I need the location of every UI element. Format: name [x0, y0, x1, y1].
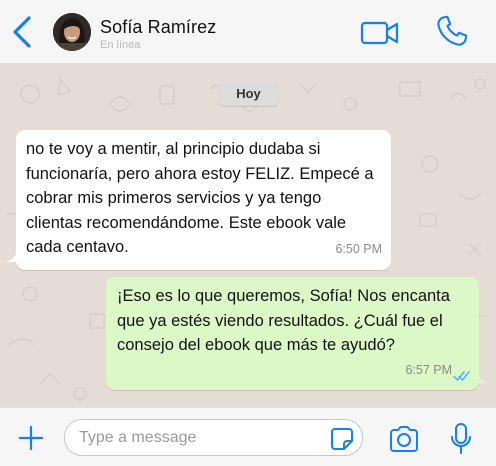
- message-composer: [0, 407, 496, 466]
- video-camera-icon: [360, 21, 399, 45]
- double-check-icon: [453, 371, 470, 382]
- message-input[interactable]: [79, 426, 319, 450]
- contact-status: En línea: [100, 39, 141, 51]
- avatar[interactable]: [53, 13, 91, 51]
- phone-icon: [437, 15, 468, 46]
- chat-area[interactable]: Hoy no te voy a mentir, al principio dud…: [0, 64, 496, 407]
- sticker-icon: [331, 428, 353, 450]
- contact-name[interactable]: Sofía Ramírez: [100, 17, 216, 38]
- attach-button[interactable]: [17, 424, 45, 452]
- message-text: no te voy a mentir, al principio dudaba …: [26, 140, 374, 256]
- voice-call-button[interactable]: [434, 13, 470, 49]
- microphone-icon: [451, 423, 471, 454]
- message-text: ¡Eso es lo que queremos, Sofía! Nos enca…: [117, 287, 450, 354]
- video-call-button[interactable]: [360, 20, 400, 46]
- message-time: 6:50 PM: [335, 241, 382, 256]
- message-bubble-outgoing[interactable]: ¡Eso es lo que queremos, Sofía! Nos enca…: [106, 277, 479, 390]
- back-button[interactable]: [8, 14, 36, 50]
- chevron-left-icon: [13, 16, 31, 48]
- message-input-box[interactable]: [64, 419, 363, 456]
- camera-icon: [390, 426, 418, 452]
- plus-icon: [18, 425, 44, 451]
- date-chip: Hoy: [218, 81, 279, 106]
- microphone-button[interactable]: [449, 422, 473, 456]
- camera-button[interactable]: [388, 425, 420, 453]
- sticker-button[interactable]: [330, 427, 354, 451]
- chat-header: Sofía Ramírez En línea: [0, 0, 496, 64]
- message-time: 6:57 PM: [405, 362, 452, 377]
- message-bubble-incoming[interactable]: no te voy a mentir, al principio dudaba …: [16, 130, 391, 270]
